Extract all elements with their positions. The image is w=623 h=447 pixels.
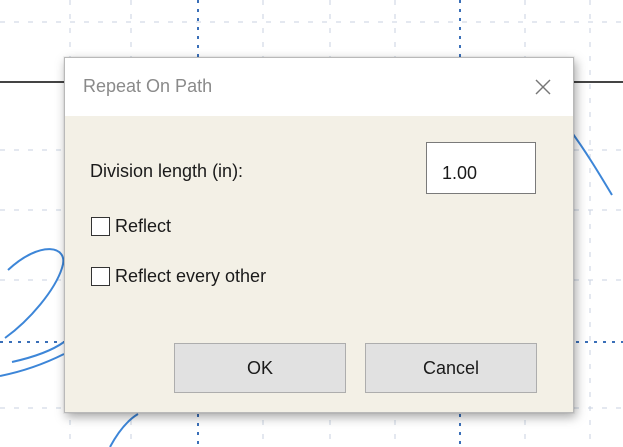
reflect-label: Reflect — [115, 216, 172, 236]
reflect-every-other-checkbox[interactable] — [91, 267, 110, 286]
close-icon — [535, 79, 551, 95]
reflect-every-other-label: Reflect every other — [115, 266, 267, 286]
repeat-on-path-dialog: Repeat On Path Division length (in): Ref… — [64, 57, 574, 413]
cancel-button[interactable]: Cancel — [365, 343, 537, 393]
reflect-every-other-option[interactable]: Reflect every other — [91, 266, 266, 287]
dialog-titlebar[interactable]: Repeat On Path — [65, 58, 573, 116]
division-length-input[interactable] — [426, 142, 536, 194]
dialog-title: Repeat On Path — [83, 76, 213, 96]
reflect-checkbox[interactable] — [91, 217, 110, 236]
close-button[interactable] — [513, 58, 573, 116]
reflect-option[interactable]: Reflect — [91, 216, 171, 237]
division-length-label: Division length (in): — [90, 161, 244, 181]
ok-button[interactable]: OK — [174, 343, 346, 393]
